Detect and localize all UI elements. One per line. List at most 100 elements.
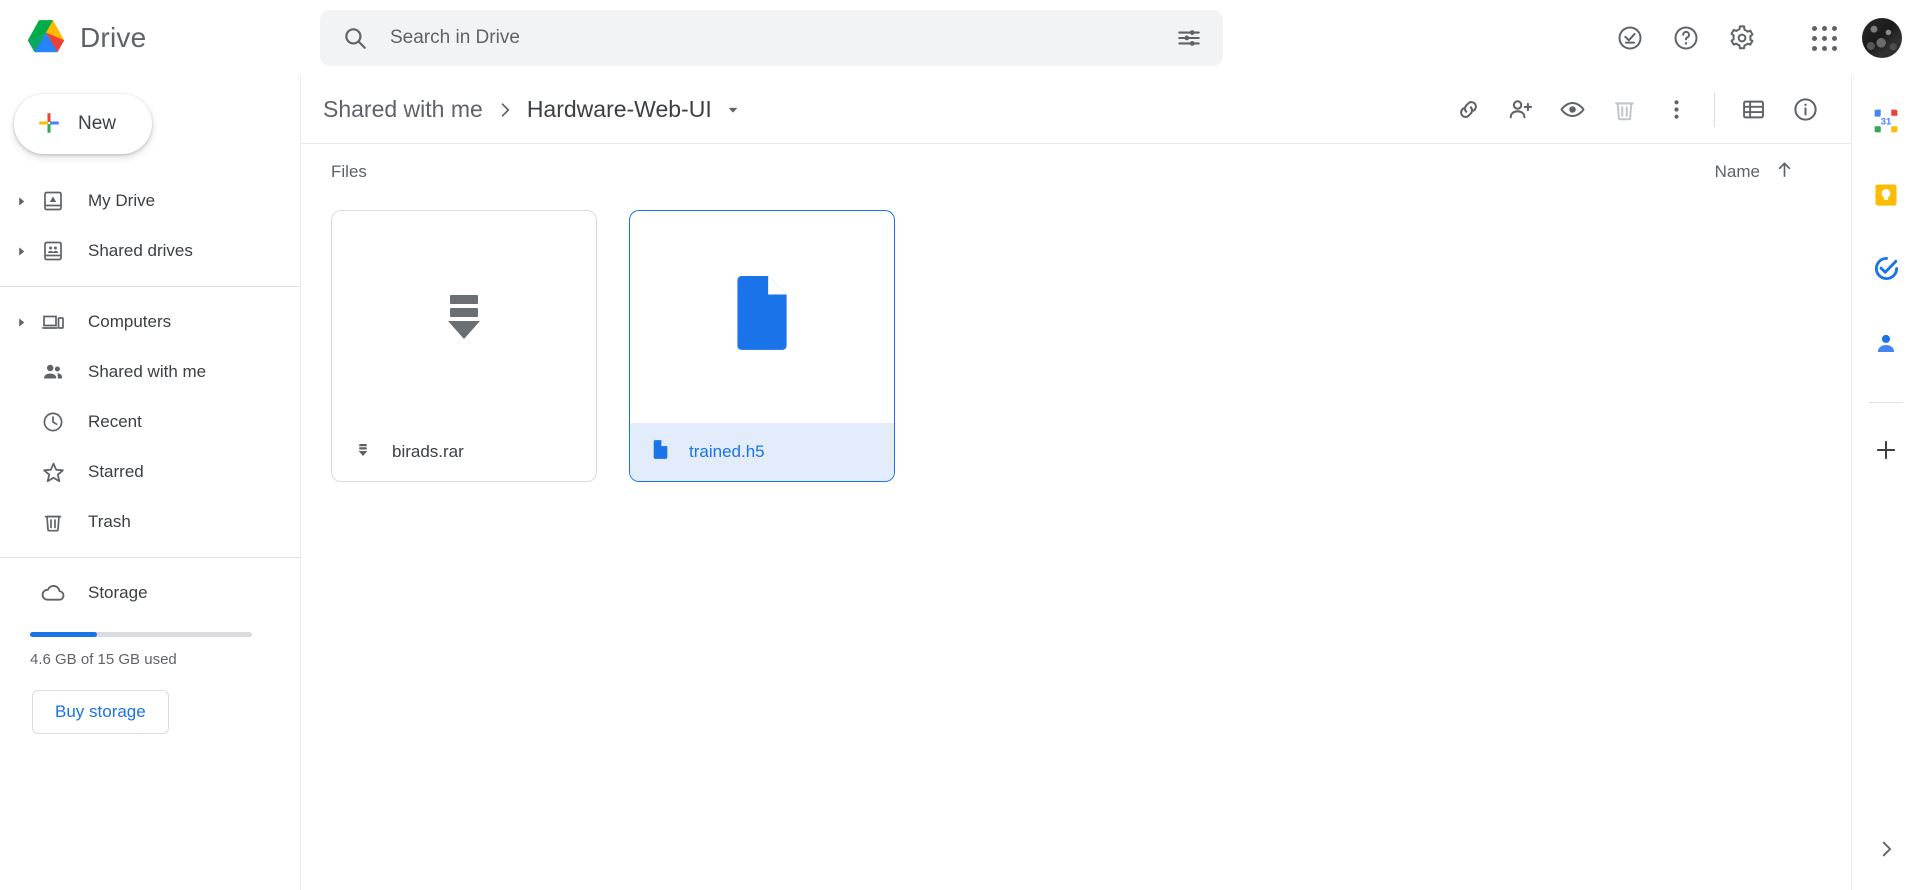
storage-label: Storage [88,583,148,602]
sidebar-divider [0,557,300,558]
sidebar-item-trash[interactable]: Trash [0,497,300,547]
plus-icon [36,110,62,139]
file-thumbnail [630,211,894,423]
sidebar-item-label: Shared with me [88,362,207,381]
sidebar-nav: My Drive Shared drives Computers Shared … [0,176,300,734]
settings-button[interactable] [1716,12,1768,64]
keep-bulb-icon [1873,182,1899,211]
apps-grid-icon [1811,25,1837,51]
sidebar-item-label: Starred [88,462,144,481]
google-apps-button[interactable] [1798,12,1850,64]
file-card-footer: birads.rar [332,423,596,481]
buy-storage-button[interactable]: Buy storage [32,690,169,734]
sidebar-item-my-drive[interactable]: My Drive [0,176,300,226]
sidebar-item-recent[interactable]: Recent [0,397,300,447]
toolbar-divider [1714,92,1715,127]
file-card[interactable]: birads.rar [331,210,597,482]
sidebar-item-storage[interactable]: Storage [0,568,300,618]
storage-progress-bar [30,632,252,637]
sidebar-item-label: My Drive [88,191,156,210]
new-button-label: New [78,113,117,134]
search-icon [342,25,368,51]
sidebar-item-label: Shared drives [88,241,193,260]
search-filter-button[interactable] [1165,14,1213,62]
shared-drives-icon [34,239,72,263]
new-button[interactable]: New [14,94,152,154]
archive-icon [354,441,372,464]
sort-label: Name [1714,162,1760,181]
expand-panel-button[interactable] [1866,830,1906,870]
file-name: birads.rar [392,442,464,461]
breadcrumb-current[interactable]: Hardware-Web-UI [527,96,712,123]
files-section-title: Files [331,162,367,181]
my-drive-icon [34,189,72,213]
breadcrumb-dropdown-icon[interactable] [726,103,740,117]
search-input[interactable] [390,27,1165,49]
activity-button[interactable] [1604,12,1656,64]
search-bar[interactable] [320,10,1223,66]
svg-text:31: 31 [1881,116,1892,127]
more-actions-button[interactable] [1650,84,1702,136]
support-button[interactable] [1660,12,1712,64]
google-drive-logo-icon [24,18,68,58]
get-link-button[interactable] [1442,84,1494,136]
main-content: Shared with me Hardware-Web-UI Files Nam… [300,76,1851,890]
share-button[interactable] [1494,84,1546,136]
sidebar-item-shared-drives[interactable]: Shared drives [0,226,300,276]
header-actions [1604,0,1902,76]
files-section-header: Files Name [301,144,1851,200]
breadcrumb-parent[interactable]: Shared with me [323,96,483,123]
chevron-right-icon [1875,838,1897,863]
generic-file-icon [652,439,669,465]
add-addon-button[interactable] [1866,431,1906,471]
sidebar-item-label: Trash [88,512,131,531]
google-tasks-button[interactable] [1866,250,1906,290]
tasks-check-icon [1873,255,1900,285]
google-contacts-button[interactable] [1866,324,1906,364]
file-card-footer: trained.h5 [630,423,894,481]
arrow-up-icon [1774,159,1795,185]
file-card[interactable]: trained.h5 [629,210,895,482]
cloud-icon [34,580,72,606]
contacts-person-icon [1873,330,1899,359]
list-view-button[interactable] [1727,84,1779,136]
account-avatar[interactable] [1862,18,1902,58]
expand-caret-icon[interactable] [8,317,34,328]
trash-icon [34,510,72,534]
remove-button[interactable] [1598,84,1650,136]
app-title: Drive [80,22,147,53]
file-thumbnail [332,211,596,423]
sidebar: New My Drive Shared drives Computers Sha… [0,76,300,890]
archive-icon [432,283,496,352]
sidebar-item-label: Recent [88,412,142,431]
computers-icon [34,310,72,334]
sidebar-item-shared-with-me[interactable]: Shared with me [0,347,300,397]
details-button[interactable] [1779,84,1831,136]
storage-progress-fill [30,632,97,637]
calendar-31-icon: 31 [1872,107,1900,138]
sidebar-item-starred[interactable]: Starred [0,447,300,497]
app-header: Drive [0,0,1920,76]
people-icon [34,360,72,384]
sidebar-item-label: Computers [88,312,172,331]
breadcrumb-toolbar-row: Shared with me Hardware-Web-UI [301,76,1851,144]
chevron-right-icon [495,100,515,120]
clock-icon [34,410,72,434]
file-name: trained.h5 [689,442,765,461]
side-panel-rail: 31 [1851,76,1920,890]
sidebar-item-computers[interactable]: Computers [0,297,300,347]
brand[interactable]: Drive [24,18,292,58]
storage-usage-text: 4.6 GB of 15 GB used [30,651,177,668]
files-grid: birads.rar trained.h5 [301,200,1851,482]
expand-caret-icon[interactable] [8,196,34,207]
expand-caret-icon[interactable] [8,246,34,257]
plus-icon [1873,437,1899,466]
sort-control[interactable]: Name [1715,159,1825,185]
rail-divider [1869,402,1903,403]
sidebar-divider [0,286,300,287]
generic-file-icon [729,274,795,361]
google-calendar-button[interactable]: 31 [1866,102,1906,142]
star-icon [34,460,72,485]
google-keep-button[interactable] [1866,176,1906,216]
preview-button[interactable] [1546,84,1598,136]
